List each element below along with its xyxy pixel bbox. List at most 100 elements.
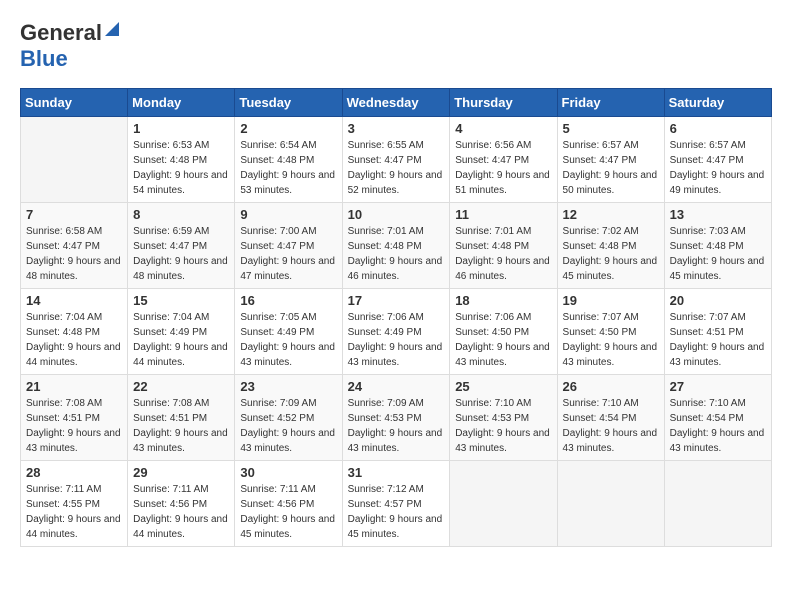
day-number: 11 (455, 207, 551, 222)
day-info: Sunrise: 7:03 AM Sunset: 4:48 PM Dayligh… (670, 224, 766, 284)
day-number: 2 (240, 121, 336, 136)
calendar-cell: 8 Sunrise: 6:59 AM Sunset: 4:47 PM Dayli… (128, 203, 235, 289)
day-info: Sunrise: 7:12 AM Sunset: 4:57 PM Dayligh… (348, 482, 445, 542)
calendar-week-2: 7 Sunrise: 6:58 AM Sunset: 4:47 PM Dayli… (21, 203, 772, 289)
day-number: 28 (26, 465, 122, 480)
calendar-cell: 17 Sunrise: 7:06 AM Sunset: 4:49 PM Dayl… (342, 289, 450, 375)
day-number: 4 (455, 121, 551, 136)
calendar-cell: 24 Sunrise: 7:09 AM Sunset: 4:53 PM Dayl… (342, 375, 450, 461)
day-number: 21 (26, 379, 122, 394)
day-number: 20 (670, 293, 766, 308)
logo-blue-text: Blue (20, 46, 68, 71)
calendar-cell: 30 Sunrise: 7:11 AM Sunset: 4:56 PM Dayl… (235, 461, 342, 547)
day-number: 3 (348, 121, 445, 136)
calendar-cell: 22 Sunrise: 7:08 AM Sunset: 4:51 PM Dayl… (128, 375, 235, 461)
calendar-cell: 16 Sunrise: 7:05 AM Sunset: 4:49 PM Dayl… (235, 289, 342, 375)
day-info: Sunrise: 7:01 AM Sunset: 4:48 PM Dayligh… (348, 224, 445, 284)
calendar-table: SundayMondayTuesdayWednesdayThursdayFrid… (20, 88, 772, 547)
calendar-cell (21, 117, 128, 203)
day-info: Sunrise: 7:00 AM Sunset: 4:47 PM Dayligh… (240, 224, 336, 284)
day-number: 17 (348, 293, 445, 308)
day-number: 12 (563, 207, 659, 222)
day-info: Sunrise: 7:05 AM Sunset: 4:49 PM Dayligh… (240, 310, 336, 370)
day-number: 27 (670, 379, 766, 394)
day-info: Sunrise: 7:11 AM Sunset: 4:56 PM Dayligh… (133, 482, 229, 542)
column-header-friday: Friday (557, 89, 664, 117)
day-number: 14 (26, 293, 122, 308)
calendar-cell (664, 461, 771, 547)
calendar-cell: 4 Sunrise: 6:56 AM Sunset: 4:47 PM Dayli… (450, 117, 557, 203)
day-number: 9 (240, 207, 336, 222)
day-number: 23 (240, 379, 336, 394)
calendar-cell: 15 Sunrise: 7:04 AM Sunset: 4:49 PM Dayl… (128, 289, 235, 375)
calendar-cell: 25 Sunrise: 7:10 AM Sunset: 4:53 PM Dayl… (450, 375, 557, 461)
calendar-cell: 29 Sunrise: 7:11 AM Sunset: 4:56 PM Dayl… (128, 461, 235, 547)
day-info: Sunrise: 7:04 AM Sunset: 4:48 PM Dayligh… (26, 310, 122, 370)
calendar-cell: 13 Sunrise: 7:03 AM Sunset: 4:48 PM Dayl… (664, 203, 771, 289)
logo-icon (105, 18, 119, 36)
calendar-cell (450, 461, 557, 547)
calendar-cell: 9 Sunrise: 7:00 AM Sunset: 4:47 PM Dayli… (235, 203, 342, 289)
calendar-cell: 1 Sunrise: 6:53 AM Sunset: 4:48 PM Dayli… (128, 117, 235, 203)
calendar-header-row: SundayMondayTuesdayWednesdayThursdayFrid… (21, 89, 772, 117)
calendar-cell: 10 Sunrise: 7:01 AM Sunset: 4:48 PM Dayl… (342, 203, 450, 289)
day-number: 10 (348, 207, 445, 222)
calendar-cell: 5 Sunrise: 6:57 AM Sunset: 4:47 PM Dayli… (557, 117, 664, 203)
calendar-cell: 21 Sunrise: 7:08 AM Sunset: 4:51 PM Dayl… (21, 375, 128, 461)
day-info: Sunrise: 7:08 AM Sunset: 4:51 PM Dayligh… (133, 396, 229, 456)
day-info: Sunrise: 6:56 AM Sunset: 4:47 PM Dayligh… (455, 138, 551, 198)
day-info: Sunrise: 7:04 AM Sunset: 4:49 PM Dayligh… (133, 310, 229, 370)
calendar-cell: 31 Sunrise: 7:12 AM Sunset: 4:57 PM Dayl… (342, 461, 450, 547)
day-number: 29 (133, 465, 229, 480)
calendar-cell: 27 Sunrise: 7:10 AM Sunset: 4:54 PM Dayl… (664, 375, 771, 461)
column-header-thursday: Thursday (450, 89, 557, 117)
column-header-sunday: Sunday (21, 89, 128, 117)
day-info: Sunrise: 7:01 AM Sunset: 4:48 PM Dayligh… (455, 224, 551, 284)
day-number: 19 (563, 293, 659, 308)
day-info: Sunrise: 6:59 AM Sunset: 4:47 PM Dayligh… (133, 224, 229, 284)
day-info: Sunrise: 7:10 AM Sunset: 4:54 PM Dayligh… (563, 396, 659, 456)
calendar-week-4: 21 Sunrise: 7:08 AM Sunset: 4:51 PM Dayl… (21, 375, 772, 461)
column-header-saturday: Saturday (664, 89, 771, 117)
column-header-monday: Monday (128, 89, 235, 117)
calendar-cell: 2 Sunrise: 6:54 AM Sunset: 4:48 PM Dayli… (235, 117, 342, 203)
calendar-cell: 26 Sunrise: 7:10 AM Sunset: 4:54 PM Dayl… (557, 375, 664, 461)
day-number: 15 (133, 293, 229, 308)
logo-general-text: General (20, 20, 102, 46)
day-info: Sunrise: 7:06 AM Sunset: 4:50 PM Dayligh… (455, 310, 551, 370)
day-number: 1 (133, 121, 229, 136)
day-number: 26 (563, 379, 659, 394)
day-number: 24 (348, 379, 445, 394)
day-info: Sunrise: 6:55 AM Sunset: 4:47 PM Dayligh… (348, 138, 445, 198)
calendar-cell: 18 Sunrise: 7:06 AM Sunset: 4:50 PM Dayl… (450, 289, 557, 375)
day-number: 16 (240, 293, 336, 308)
calendar-cell: 20 Sunrise: 7:07 AM Sunset: 4:51 PM Dayl… (664, 289, 771, 375)
day-info: Sunrise: 7:07 AM Sunset: 4:51 PM Dayligh… (670, 310, 766, 370)
day-number: 18 (455, 293, 551, 308)
day-info: Sunrise: 7:02 AM Sunset: 4:48 PM Dayligh… (563, 224, 659, 284)
calendar-cell: 3 Sunrise: 6:55 AM Sunset: 4:47 PM Dayli… (342, 117, 450, 203)
calendar-cell: 12 Sunrise: 7:02 AM Sunset: 4:48 PM Dayl… (557, 203, 664, 289)
day-info: Sunrise: 7:06 AM Sunset: 4:49 PM Dayligh… (348, 310, 445, 370)
day-info: Sunrise: 7:07 AM Sunset: 4:50 PM Dayligh… (563, 310, 659, 370)
day-info: Sunrise: 6:53 AM Sunset: 4:48 PM Dayligh… (133, 138, 229, 198)
day-number: 30 (240, 465, 336, 480)
calendar-cell: 28 Sunrise: 7:11 AM Sunset: 4:55 PM Dayl… (21, 461, 128, 547)
calendar-week-3: 14 Sunrise: 7:04 AM Sunset: 4:48 PM Dayl… (21, 289, 772, 375)
day-info: Sunrise: 7:11 AM Sunset: 4:56 PM Dayligh… (240, 482, 336, 542)
day-info: Sunrise: 7:08 AM Sunset: 4:51 PM Dayligh… (26, 396, 122, 456)
day-number: 6 (670, 121, 766, 136)
calendar-week-5: 28 Sunrise: 7:11 AM Sunset: 4:55 PM Dayl… (21, 461, 772, 547)
day-number: 22 (133, 379, 229, 394)
column-header-tuesday: Tuesday (235, 89, 342, 117)
page-header: General Blue (20, 20, 772, 72)
calendar-cell (557, 461, 664, 547)
calendar-week-1: 1 Sunrise: 6:53 AM Sunset: 4:48 PM Dayli… (21, 117, 772, 203)
calendar-cell: 6 Sunrise: 6:57 AM Sunset: 4:47 PM Dayli… (664, 117, 771, 203)
day-info: Sunrise: 7:09 AM Sunset: 4:52 PM Dayligh… (240, 396, 336, 456)
day-info: Sunrise: 7:11 AM Sunset: 4:55 PM Dayligh… (26, 482, 122, 542)
day-number: 5 (563, 121, 659, 136)
day-number: 7 (26, 207, 122, 222)
day-info: Sunrise: 6:57 AM Sunset: 4:47 PM Dayligh… (670, 138, 766, 198)
calendar-cell: 11 Sunrise: 7:01 AM Sunset: 4:48 PM Dayl… (450, 203, 557, 289)
